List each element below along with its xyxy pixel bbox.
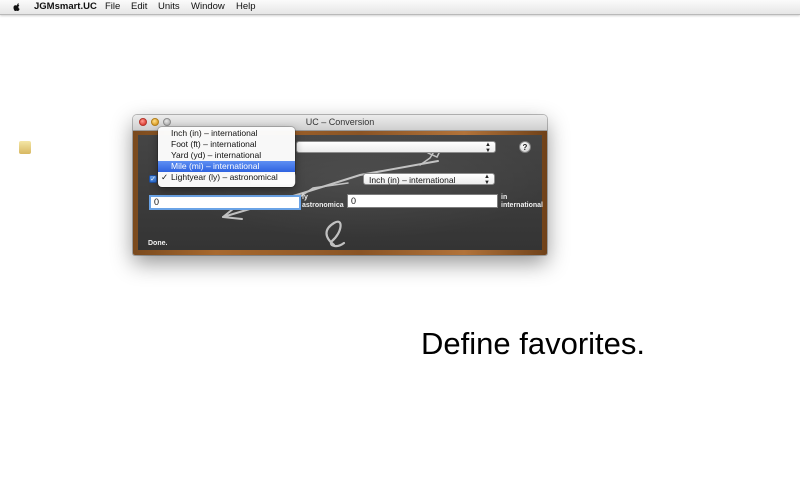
menu-units[interactable]: Units <box>158 0 180 14</box>
target-unit-popup[interactable]: Inch (in) – international ▲ ▼ <box>363 173 495 186</box>
menu-help[interactable]: Help <box>236 0 256 14</box>
dropdown-item-mile[interactable]: Mile (mi) – international <box>158 161 295 172</box>
unit-dropdown-menu: Inch (in) – international Foot (ft) – in… <box>158 127 295 187</box>
caption-text: Define favorites. <box>421 326 645 361</box>
help-button[interactable]: ? <box>519 141 531 153</box>
check-icon: ✓ <box>161 172 169 182</box>
zoom-icon[interactable] <box>163 118 171 126</box>
dropdown-item-label: Foot (ft) – international <box>171 139 257 149</box>
source-unit-popup[interactable]: ▲ ▼ <box>296 141 496 154</box>
input-value-field[interactable]: 0 <box>149 195 301 210</box>
dropdown-item-label: Mile (mi) – international <box>171 161 260 171</box>
menu-edit[interactable]: Edit <box>131 0 147 14</box>
dropdown-item-lightyear[interactable]: ✓ Lightyear (ly) – astronomical <box>158 172 295 183</box>
dropdown-item-inch[interactable]: Inch (in) – international <box>158 128 295 139</box>
favorites-checkbox[interactable]: ✓ <box>149 175 157 183</box>
minimize-icon[interactable] <box>151 118 159 126</box>
dropdown-item-yard[interactable]: Yard (yd) – international <box>158 150 295 161</box>
dropdown-item-label: Yard (yd) – international <box>171 150 262 160</box>
status-label: Done. <box>148 240 168 247</box>
menu-bar: JGMsmart.UC File Edit Units Window Help <box>0 0 800 15</box>
input-unit-label: ly astronomica <box>302 194 344 209</box>
output-value-field[interactable]: 0 <box>347 194 498 208</box>
popup-arrows-icon: ▲ ▼ <box>484 174 490 186</box>
menu-file[interactable]: File <box>105 0 120 14</box>
target-unit-value: Inch (in) – international <box>369 175 456 185</box>
apple-icon[interactable] <box>12 2 22 12</box>
dropdown-item-label: Inch (in) – international <box>171 128 258 138</box>
menu-window[interactable]: Window <box>191 0 225 14</box>
popup-arrows-icon: ▲ ▼ <box>485 142 491 154</box>
output-unit-label: in international <box>501 194 544 209</box>
close-icon[interactable] <box>139 118 147 126</box>
dropdown-item-foot[interactable]: Foot (ft) – international <box>158 139 295 150</box>
menu-app-name[interactable]: JGMsmart.UC <box>34 0 97 14</box>
dropdown-item-label: Lightyear (ly) – astronomical <box>171 172 278 182</box>
favorites-icon[interactable] <box>19 141 31 154</box>
